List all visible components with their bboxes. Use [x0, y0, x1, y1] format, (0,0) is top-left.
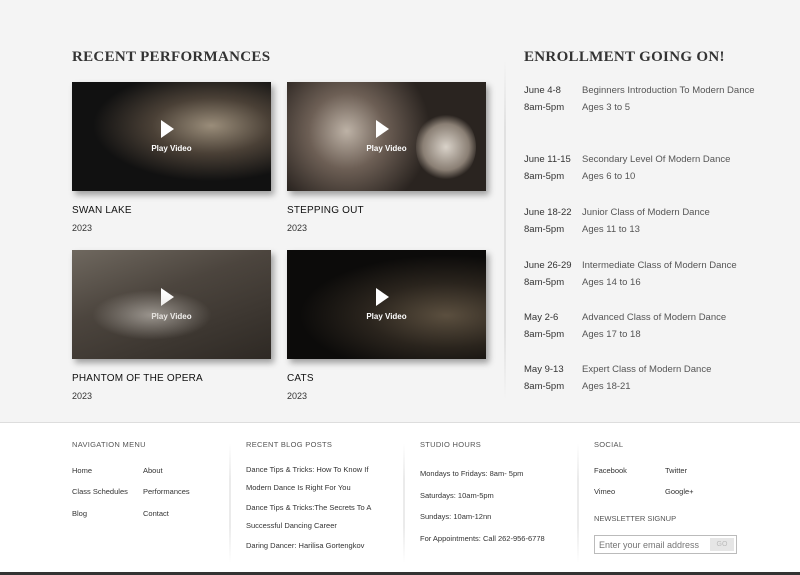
performance-card-phantom: Play Video PHANTOM OF THE OPERA 2023 [72, 250, 272, 401]
footer-nav-about[interactable]: About [143, 466, 163, 475]
enrollment-class[interactable]: Secondary Level Of Modern Dance [582, 151, 762, 168]
footer-nav-home[interactable]: Home [72, 466, 92, 475]
performance-name[interactable]: SWAN LAKE [72, 205, 272, 216]
performance-year: 2023 [72, 223, 93, 233]
performance-card-swan-lake: Play Video SWAN LAKE 2023 [72, 82, 272, 233]
play-video-label[interactable]: Play Video [287, 312, 486, 321]
main-content: RECENT PERFORMANCES ENROLLMENT GOING ON!… [0, 0, 800, 422]
footer-nav-blog[interactable]: Blog [72, 509, 87, 518]
enrollment-ages: Ages 18-21 [582, 381, 631, 392]
social-google-plus-link[interactable]: Google+ [665, 487, 694, 496]
performance-year: 2023 [287, 223, 308, 233]
enrollment-class[interactable]: Beginners Introduction To Modern Dance [582, 82, 762, 99]
enrollment-time: 8am-5pm [524, 277, 565, 288]
footer-blog-column: RECENT BLOG POSTS Dance Tips & Tricks: H… [246, 440, 391, 557]
blog-post-link[interactable]: Daring Dancer: Harilisa Gortengkov [246, 537, 391, 555]
enrollment-time: 8am-5pm [524, 381, 565, 392]
social-vimeo-link[interactable]: Vimeo [594, 487, 615, 496]
enrollment-ages: Ages 17 to 18 [582, 329, 641, 340]
footer-nav-performances[interactable]: Performances [143, 487, 190, 496]
play-video-label[interactable]: Play Video [72, 312, 271, 321]
footer-nav-class-schedules[interactable]: Class Schedules [72, 487, 128, 496]
footer-hours-heading: STUDIO HOURS [420, 440, 482, 449]
enrollment-date: May 9-13 [524, 364, 564, 375]
hours-line: Sundays: 10am-12nn [420, 512, 492, 521]
column-divider [504, 60, 506, 400]
play-icon[interactable] [161, 120, 174, 138]
enrollment-ages: Ages 11 to 13 [582, 224, 640, 235]
play-video-label[interactable]: Play Video [72, 144, 271, 153]
video-thumbnail[interactable]: Play Video [287, 250, 486, 359]
enrollment-date: June 18-22 [524, 207, 572, 218]
video-thumbnail[interactable]: Play Video [72, 82, 271, 191]
enrollment-time: 8am-5pm [524, 102, 565, 113]
footer-nav-heading: NAVIGATION MENU [72, 440, 146, 449]
performance-name[interactable]: PHANTOM OF THE OPERA [72, 373, 272, 384]
newsletter-heading: NEWSLETTER SIGNUP [594, 514, 677, 523]
enrollment-date: June 4-8 [524, 85, 561, 96]
enrollment-class[interactable]: Junior Class of Modern Dance [582, 204, 762, 221]
hours-line: Saturdays: 10am-5pm [420, 490, 494, 500]
performance-card-cats: Play Video CATS 2023 [287, 250, 487, 401]
performance-name[interactable]: STEPPING OUT [287, 205, 487, 216]
play-video-label[interactable]: Play Video [287, 144, 486, 153]
newsletter-submit-button[interactable]: GO [710, 538, 734, 551]
newsletter-form: GO [594, 535, 737, 554]
enrollment-ages: Ages 6 to 10 [582, 171, 636, 182]
video-thumbnail[interactable]: Play Video [287, 82, 486, 191]
newsletter-email-input[interactable] [599, 538, 707, 552]
social-twitter-link[interactable]: Twitter [665, 466, 687, 475]
play-icon[interactable] [376, 120, 389, 138]
enrollment-time: 8am-5pm [524, 329, 565, 340]
enrollment-class[interactable]: Intermediate Class of Modern Dance [582, 257, 762, 274]
performance-card-stepping-out: Play Video STEPPING OUT 2023 [287, 82, 487, 233]
blog-post-link[interactable]: Dance Tips & Tricks:The Secrets To A Suc… [246, 499, 391, 535]
blog-post-link[interactable]: Dance Tips & Tricks: How To Know If Mode… [246, 461, 391, 497]
footer-social-heading: SOCIAL [594, 440, 624, 449]
footer-blog-heading: RECENT BLOG POSTS [246, 440, 333, 449]
video-thumbnail[interactable]: Play Video [72, 250, 271, 359]
enrollment-class[interactable]: Expert Class of Modern Dance [582, 361, 762, 378]
enrollment-class[interactable]: Advanced Class of Modern Dance [582, 309, 762, 326]
enrollment-date: June 26-29 [524, 260, 572, 271]
play-icon[interactable] [376, 288, 389, 306]
footer-nav-column: NAVIGATION MENU [72, 440, 146, 449]
enrollment-date: May 2-6 [524, 312, 559, 323]
enrollment-ages: Ages 3 to 5 [582, 102, 631, 113]
hours-line: Mondays to Fridays: 8am- 5pm [420, 469, 524, 478]
enrollment-ages: Ages 14 to 16 [582, 277, 641, 288]
footer-divider [229, 443, 231, 563]
footer-divider [403, 443, 405, 563]
performance-year: 2023 [287, 391, 308, 401]
footer-divider [577, 443, 579, 563]
play-icon[interactable] [161, 288, 174, 306]
hours-line: For Appointments: Call 262-956-6778 [420, 533, 545, 543]
footer-nav-contact[interactable]: Contact [143, 509, 169, 518]
enrollment-time: 8am-5pm [524, 171, 565, 182]
footer-hours-column: STUDIO HOURS Mondays to Fridays: 8am- 5p… [420, 440, 545, 549]
enrollment-date: June 11-15 [524, 154, 571, 165]
enrollment-time: 8am-5pm [524, 224, 565, 235]
performance-name[interactable]: CATS [287, 373, 487, 384]
performances-heading: RECENT PERFORMANCES [72, 49, 271, 65]
footer-social-column: SOCIAL [594, 440, 623, 449]
enrollment-heading: ENROLLMENT GOING ON! [524, 49, 725, 65]
social-facebook-link[interactable]: Facebook [594, 466, 627, 475]
performance-year: 2023 [72, 391, 93, 401]
